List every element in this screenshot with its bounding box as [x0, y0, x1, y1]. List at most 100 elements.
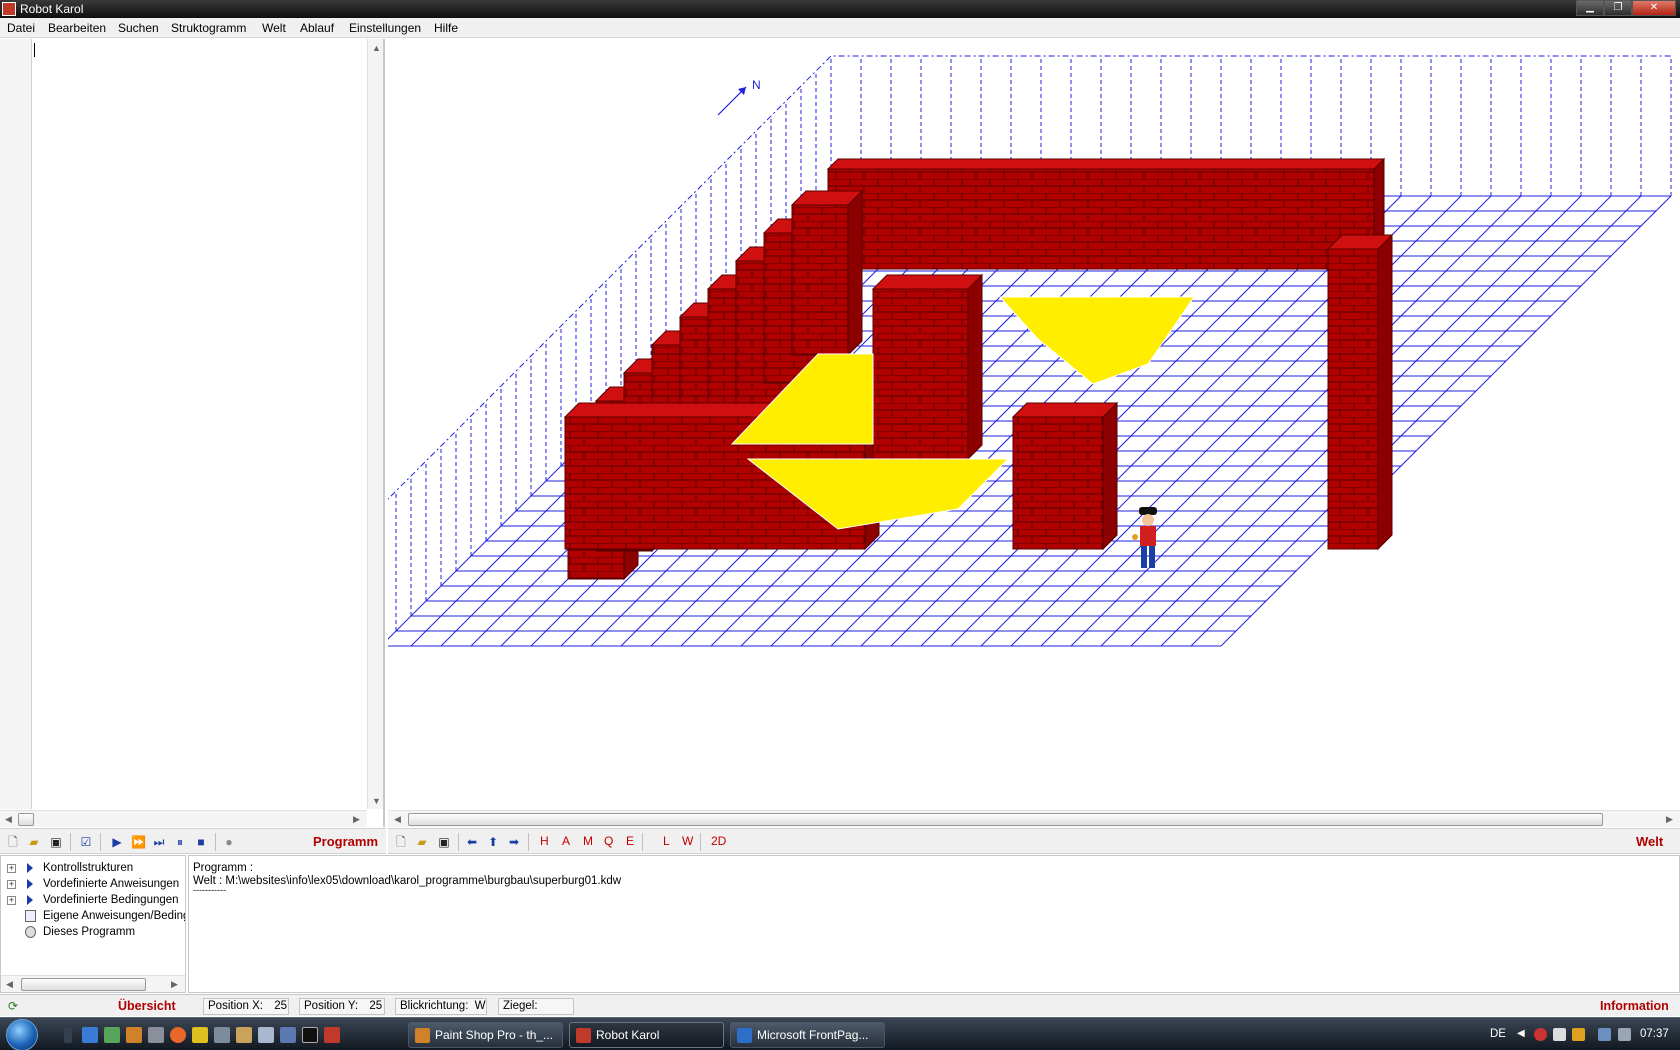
menu-bearbeiten[interactable]: Bearbeiten [48, 21, 106, 35]
toolbar-separator [100, 833, 101, 851]
world-horizontal-scrollbar[interactable]: ◀ ▶ [388, 810, 1680, 827]
taskbar-button-frontpage[interactable]: Microsoft FrontPag... [730, 1022, 885, 1048]
world-scroll-left-arrow-icon[interactable]: ◀ [394, 814, 401, 825]
open-world-icon[interactable]: ▰ [415, 835, 429, 849]
expand-icon[interactable]: + [7, 864, 16, 873]
taskbar-button-paint-shop-pro[interactable]: Paint Shop Pro - th_... [408, 1022, 563, 1048]
hinlegen-button[interactable]: H [540, 834, 549, 848]
program-toolbar: 🗋 ▰ ▣ ☑ ▶ ⏩ ⏭ ⏸ ■ ● Programm [0, 828, 386, 854]
castle-inner-keep-side [967, 273, 983, 461]
turn-left-icon[interactable]: ⬅ [465, 835, 479, 849]
open-program-icon[interactable]: ▰ [27, 835, 41, 849]
world-3d-view[interactable]: N ◀ ▶ [388, 39, 1680, 827]
command-prompt-icon[interactable] [302, 1027, 318, 1043]
tree-scroll-left-arrow-icon[interactable]: ◀ [6, 979, 13, 990]
editor-horizontal-scrollbar[interactable]: ◀ ▶ [0, 810, 367, 827]
menu-welt[interactable]: Welt [262, 21, 286, 35]
tray-app-icon[interactable] [1553, 1028, 1566, 1041]
information-label[interactable]: Information [1600, 999, 1669, 1013]
expand-icon[interactable]: + [7, 880, 16, 889]
quader-button[interactable]: Q [604, 834, 613, 848]
entfernen-button[interactable]: E [626, 834, 634, 848]
scroll-down-arrow-icon[interactable]: ▼ [372, 796, 381, 806]
expand-icon[interactable]: + [7, 896, 16, 905]
check-syntax-icon[interactable]: ☑ [79, 835, 93, 849]
tray-security-icon[interactable] [1534, 1028, 1547, 1041]
new-world-icon[interactable]: 🗋 [394, 835, 408, 849]
tray-expand-icon[interactable]: ◀ [1517, 1028, 1525, 1039]
world-canvas: N [388, 55, 1672, 647]
scroll-left-arrow-icon[interactable]: ◀ [5, 814, 12, 825]
calculator-icon[interactable] [148, 1027, 164, 1043]
show-desktop-icon[interactable] [82, 1027, 98, 1043]
menu-datei[interactable]: Datei [7, 21, 35, 35]
paint-icon[interactable] [126, 1027, 142, 1043]
step-forward-icon[interactable]: ⬆ [486, 835, 500, 849]
menu-suchen[interactable]: Suchen [118, 21, 159, 35]
save-world-icon[interactable]: ▣ [437, 835, 451, 849]
tree-item-dieses-programm[interactable]: Dieses Programm [1, 925, 187, 941]
close-button[interactable]: ✕ [1632, 0, 1676, 16]
monitor-icon[interactable] [280, 1027, 296, 1043]
tray-warning-icon[interactable] [1572, 1028, 1585, 1041]
program-editor[interactable]: ▲ ▼ ◀ ▶ [0, 39, 385, 827]
tree-item-vordefinierte-anweisungen[interactable]: + Vordefinierte Anweisungen [1, 877, 187, 893]
taskbar-button-robot-karol[interactable]: Robot Karol [569, 1022, 724, 1048]
triangle-icon [27, 895, 33, 905]
robot-karol-quicklaunch-icon[interactable] [324, 1027, 340, 1043]
overview-label[interactable]: Übersicht [118, 999, 176, 1013]
toolbar-separator [215, 833, 216, 851]
run-icon[interactable]: ▶ [110, 835, 124, 849]
tree-item-vordefinierte-bedingungen[interactable]: + Vordefinierte Bedingungen [1, 893, 187, 909]
position-x-field: Position X: 25 [203, 998, 289, 1015]
pencil-icon[interactable] [236, 1027, 252, 1043]
menu-hilfe[interactable]: Hilfe [434, 21, 458, 35]
breakpoint-icon[interactable]: ● [222, 835, 236, 849]
input-language[interactable]: DE [1490, 1028, 1506, 1040]
menu-bar: Datei Bearbeiten Suchen Struktogramm Wel… [0, 18, 1680, 38]
scroll-up-arrow-icon[interactable]: ▲ [372, 43, 381, 53]
step-icon[interactable]: ⏭ [152, 835, 166, 849]
tree-horizontal-scrollbar[interactable]: ◀ ▶ [1, 975, 185, 992]
tools-icon[interactable] [214, 1027, 230, 1043]
minimize-button[interactable]: ▁ [1576, 0, 1604, 16]
loeschen-button[interactable]: L [663, 834, 670, 848]
stop-icon[interactable]: ■ [194, 835, 208, 849]
castle-inner-keep-top [871, 274, 984, 290]
quicklaunch-star-icon[interactable] [192, 1027, 208, 1043]
world-hscroll-thumb[interactable] [408, 813, 1603, 826]
tree-item-eigene-anweisungen[interactable]: Eigene Anweisungen/Bedingungen [1, 909, 185, 925]
editor-vertical-scrollbar[interactable]: ▲ ▼ [367, 39, 383, 809]
document-app-icon[interactable] [258, 1027, 274, 1043]
quick-launch-grip [64, 1027, 72, 1043]
document-icon [25, 910, 36, 922]
menu-struktogramm[interactable]: Struktogramm [171, 21, 246, 35]
editor-hscroll-thumb[interactable] [18, 813, 34, 826]
restore-button[interactable]: ❐ [1604, 0, 1632, 16]
menu-ablauf[interactable]: Ablauf [300, 21, 334, 35]
fast-run-icon[interactable]: ⏩ [131, 835, 146, 849]
refresh-icon[interactable]: ⟳ [6, 999, 20, 1013]
new-program-icon[interactable]: 🗋 [6, 835, 20, 849]
welt-button[interactable]: W [682, 834, 693, 848]
tray-volume-icon[interactable] [1618, 1028, 1631, 1041]
firefox-icon[interactable] [170, 1027, 186, 1043]
turn-right-icon[interactable]: ➡ [507, 835, 521, 849]
quicklaunch-app-icon[interactable] [104, 1027, 120, 1043]
start-button[interactable] [6, 1019, 38, 1050]
tree-item-kontrollstrukturen[interactable]: + Kontrollstrukturen [1, 861, 187, 877]
view-2d-button[interactable]: 2D [711, 834, 726, 848]
pause-icon[interactable]: ⏸ [173, 835, 187, 849]
aufheben-button[interactable]: A [562, 834, 570, 848]
tree-scroll-right-arrow-icon[interactable]: ▶ [171, 979, 178, 990]
tray-network-icon[interactable] [1598, 1028, 1611, 1041]
windows-taskbar: Paint Shop Pro - th_... Robot Karol Micr… [0, 1017, 1680, 1050]
tree-hscroll-thumb[interactable] [21, 978, 146, 991]
world-scroll-right-arrow-icon[interactable]: ▶ [1666, 814, 1673, 825]
clock[interactable]: 07:37 [1640, 1028, 1669, 1040]
save-program-icon[interactable]: ▣ [49, 835, 63, 849]
castle-back-wall-front [827, 168, 1375, 270]
scroll-right-arrow-icon[interactable]: ▶ [353, 814, 360, 825]
menu-einstellungen[interactable]: Einstellungen [349, 21, 421, 35]
markesetzen-button[interactable]: M [583, 834, 593, 848]
